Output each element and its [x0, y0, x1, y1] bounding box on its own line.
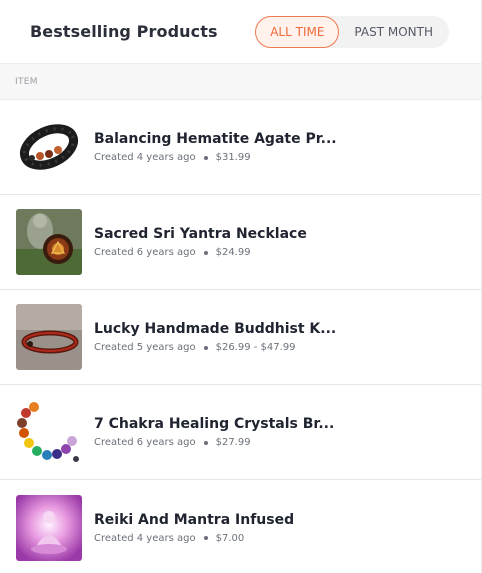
separator-dot: [203, 345, 208, 350]
product-row[interactable]: Sacred Sri Yantra Necklace Created 6 yea…: [0, 195, 481, 290]
panel-header: Bestselling Products ALL TIME PAST MONTH: [0, 0, 481, 63]
product-meta: Created 4 years ago $7.00: [94, 533, 294, 544]
product-info: Sacred Sri Yantra Necklace Created 6 yea…: [94, 226, 307, 258]
panel-title: Bestselling Products: [30, 22, 218, 41]
product-name[interactable]: 7 Chakra Healing Crystals Br...: [94, 416, 334, 432]
column-header: ITEM: [0, 63, 481, 100]
all-time-button[interactable]: ALL TIME: [255, 15, 340, 48]
product-created: Created 6 years ago: [94, 437, 196, 448]
yantra-necklace-image: [16, 209, 82, 275]
product-row[interactable]: 7 Chakra Healing Crystals Br... Created …: [0, 385, 481, 480]
separator-dot: [203, 440, 208, 445]
product-info: Reiki And Mantra Infused Created 4 years…: [94, 512, 294, 544]
product-price: $27.99: [215, 437, 251, 448]
product-created: Created 4 years ago: [94, 152, 196, 163]
product-meta: Created 6 years ago $24.99: [94, 247, 307, 258]
product-info: Balancing Hematite Agate Pr... Created 4…: [94, 131, 337, 163]
product-price: $7.00: [215, 532, 245, 544]
product-created: Created 5 years ago: [94, 342, 196, 353]
black-bead-bracelet-image: [16, 114, 82, 180]
time-range-toggle: ALL TIME PAST MONTH: [255, 15, 449, 48]
product-meta: Created 6 years ago $27.99: [94, 437, 334, 448]
separator-dot: [203, 250, 208, 255]
product-price: $24.99: [215, 247, 251, 258]
product-created: Created 4 years ago: [94, 532, 196, 544]
separator-dot: [203, 536, 208, 540]
separator-dot: [203, 155, 208, 160]
column-header-item: ITEM: [15, 76, 38, 87]
product-list: Balancing Hematite Agate Pr... Created 4…: [0, 100, 481, 573]
product-row[interactable]: Reiki And Mantra Infused Created 4 years…: [0, 480, 481, 573]
product-row[interactable]: Balancing Hematite Agate Pr... Created 4…: [0, 100, 481, 195]
bestselling-products-panel: Bestselling Products ALL TIME PAST MONTH…: [0, 0, 482, 573]
product-meta: Created 5 years ago $26.99 - $47.99: [94, 342, 336, 353]
chakra-bracelet-image: [16, 399, 82, 465]
product-info: 7 Chakra Healing Crystals Br... Created …: [94, 416, 334, 448]
red-string-bracelet-image: [16, 304, 82, 370]
product-name[interactable]: Balancing Hematite Agate Pr...: [94, 131, 337, 147]
product-price: $26.99 - $47.99: [215, 342, 296, 353]
product-info: Lucky Handmade Buddhist K... Created 5 y…: [94, 321, 336, 353]
product-meta: Created 4 years ago $31.99: [94, 152, 337, 163]
product-name[interactable]: Sacred Sri Yantra Necklace: [94, 226, 307, 242]
product-name[interactable]: Reiki And Mantra Infused: [94, 512, 294, 528]
product-created: Created 6 years ago: [94, 247, 196, 258]
product-name[interactable]: Lucky Handmade Buddhist K...: [94, 321, 336, 337]
product-row[interactable]: Lucky Handmade Buddhist K... Created 5 y…: [0, 290, 481, 385]
product-price: $31.99: [215, 152, 251, 163]
reiki-figure-image: [16, 494, 82, 561]
past-month-button[interactable]: PAST MONTH: [339, 16, 449, 48]
